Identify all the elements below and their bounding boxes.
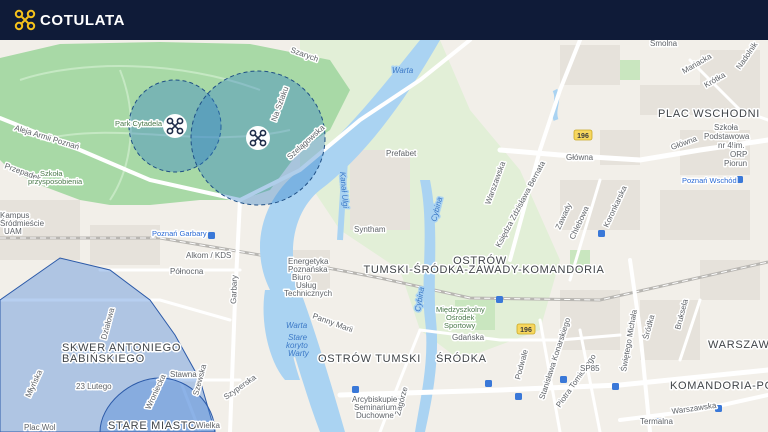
poi-miedzyszk-3: Sportowy (444, 321, 476, 330)
street-wielka: Wielka (196, 421, 221, 430)
poi-szkola-6: Piorun (724, 159, 747, 168)
brand-name: COTULATA (40, 11, 126, 29)
poi-syntham: Syntham (354, 225, 386, 234)
poi-alkom: Alkom / KDS (186, 251, 231, 260)
street-23-lutego: 23 Lutego (76, 382, 112, 391)
poi-szkola-5: ORP (730, 150, 747, 159)
poi-szkola-1: Szkoła (714, 123, 739, 132)
street-smolna: Smolna (650, 40, 678, 48)
district-ostrow-tumski: OSTRÓW TUMSKI (318, 352, 421, 365)
street-stawna: Stawna (170, 370, 197, 379)
water-warta-mid: Warta (286, 321, 308, 330)
poi-poznan-wschod[interactable]: Poznań Wschód (681, 175, 739, 187)
poi-szkola-2: Podstawowa (704, 132, 750, 141)
svg-text:196: 196 (520, 327, 532, 334)
brand-logo[interactable]: COTULATA (14, 9, 125, 31)
district-stare-miasto: STARE MIASTO (108, 420, 197, 432)
street-polnocna: Północna (170, 267, 204, 276)
street-plac-wol: Plac Wol (24, 423, 56, 432)
district-warszawskie: WARSZAWS (708, 339, 768, 351)
street-garbary: Garbary (229, 275, 239, 304)
poi-szkola-4: im. (734, 141, 745, 150)
map-canvas[interactable]: 196 196 PLAC WSCHODNI OSTRÓW TUMSKI-ŚRÓD… (0, 40, 768, 432)
poi-prefabet: Prefabet (386, 149, 417, 158)
street-glowna-1: Główna (566, 153, 594, 162)
top-bar: COTULATA (0, 0, 768, 40)
poi-kampus-3: UAM (4, 227, 22, 236)
district-skwer-2: BABIŃSKIEGO (62, 352, 145, 365)
road-badge-196-b: 196 (516, 323, 536, 335)
road-badge-196-a: 196 (573, 129, 593, 141)
district-srodka: ŚRÓDKA (436, 352, 487, 365)
app-root: COTULATA 196 196 PLAC WSCHODNI OSTRÓW TU… (0, 0, 768, 432)
district-komandoria: KOMANDORIA-POM (670, 380, 768, 392)
svg-text:196: 196 (577, 133, 589, 140)
street-termalna: Termalna (640, 417, 673, 426)
drone-2-marker[interactable] (246, 126, 270, 150)
drone-1-marker[interactable] (163, 114, 187, 138)
poi-arcybiskupie-3: Duchowne (356, 411, 394, 420)
poi-park-cytadela: Park Cytadela (115, 119, 163, 128)
district-plac-wschodni: PLAC WSCHODNI (658, 108, 760, 120)
poi-sp85: SP85 (580, 364, 600, 373)
poi-poznan-garbary[interactable]: Poznań Garbary (151, 228, 209, 240)
poi-energetyka-5: Technicznych (284, 289, 332, 298)
water-stare-koryto-3: Warty (288, 349, 310, 358)
drone-x-logo-icon (14, 9, 36, 31)
street-gdanska: Gdańska (452, 333, 485, 342)
district-tumski-srodka: TUMSKI-ŚRÓDKA-ZAWADY-KOMANDORIA (363, 263, 604, 276)
poi-szkola-przu-2: przysposobienia (28, 177, 83, 186)
water-warta-top: Warta (392, 66, 414, 75)
